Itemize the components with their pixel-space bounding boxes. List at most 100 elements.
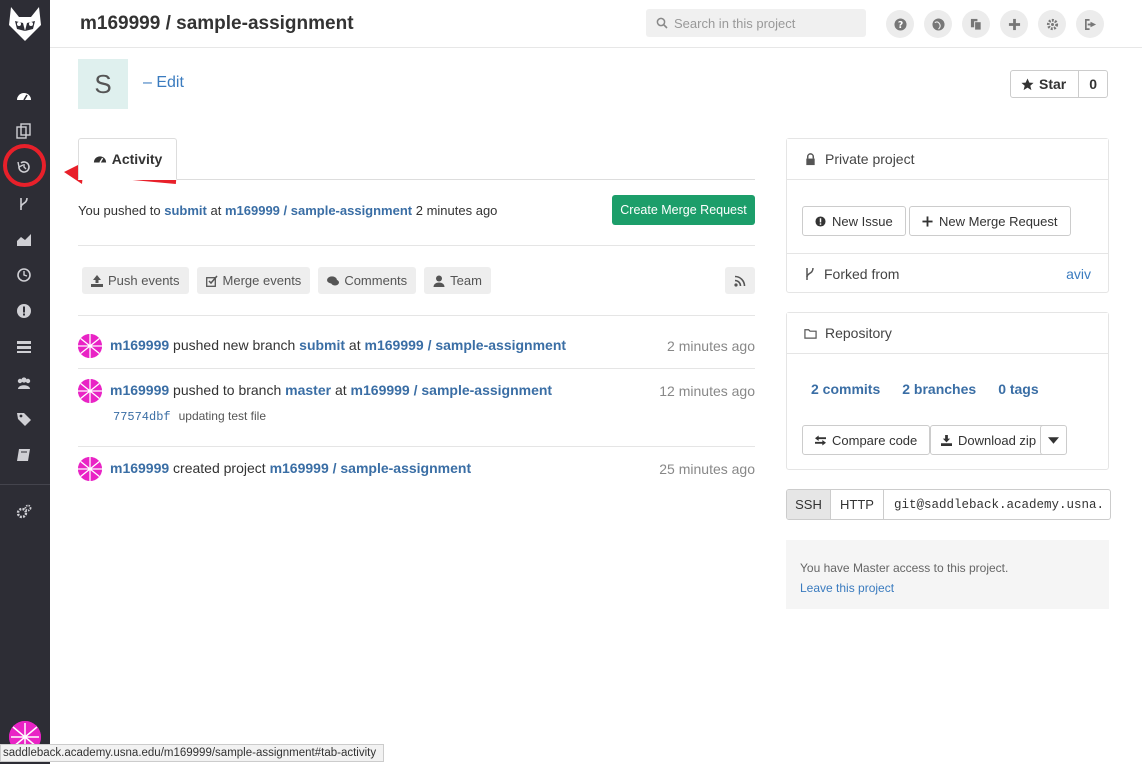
compare-code-button[interactable]: Compare code bbox=[802, 425, 931, 455]
rss-feed-button[interactable] bbox=[725, 267, 755, 294]
divider bbox=[78, 245, 755, 246]
snippets-button[interactable] bbox=[962, 10, 990, 38]
event-item: m169999 pushed to branch master at m1699… bbox=[78, 379, 755, 439]
star-control: Star 0 bbox=[1010, 70, 1109, 98]
annotation-circle bbox=[3, 144, 46, 187]
upload-icon bbox=[91, 274, 103, 287]
edit-check-icon bbox=[205, 275, 218, 287]
ssh-toggle[interactable]: SSH bbox=[787, 490, 831, 519]
filter-push-events[interactable]: Push events bbox=[82, 267, 189, 294]
divider bbox=[78, 446, 755, 447]
search-icon bbox=[656, 17, 668, 29]
globe-icon bbox=[931, 17, 945, 31]
event-user-link[interactable]: m169999 bbox=[110, 337, 169, 353]
clone-url-group: SSH HTTP git@saddleback.academy.usna. bbox=[786, 489, 1111, 520]
graph-icon[interactable] bbox=[13, 228, 35, 250]
panel-title: Private project bbox=[825, 151, 915, 167]
branch-icon[interactable] bbox=[13, 193, 35, 215]
event-ref-link[interactable]: submit bbox=[299, 337, 345, 353]
http-toggle[interactable]: HTTP bbox=[831, 490, 884, 519]
event-avatar[interactable] bbox=[78, 457, 102, 481]
leave-project-link[interactable]: Leave this project bbox=[800, 578, 1095, 598]
edit-project-link[interactable]: – Edit bbox=[143, 74, 184, 92]
files-icon[interactable] bbox=[13, 120, 35, 142]
event-text: m169999 pushed to branch master at m1699… bbox=[110, 382, 553, 398]
divider bbox=[78, 368, 755, 369]
star-button[interactable]: Star bbox=[1011, 71, 1080, 97]
forked-from-link[interactable]: aviv bbox=[1066, 266, 1091, 282]
project-avatar: S bbox=[78, 59, 128, 109]
commit-sha-link[interactable]: 77574dbf bbox=[113, 410, 171, 424]
search-placeholder: Search in this project bbox=[674, 15, 796, 31]
event-avatar[interactable] bbox=[78, 379, 102, 403]
tab-divider bbox=[78, 179, 755, 180]
sign-out-icon bbox=[1084, 18, 1096, 30]
explore-button[interactable] bbox=[924, 10, 952, 38]
new-merge-request-button[interactable]: New Merge Request bbox=[909, 206, 1071, 236]
dashboard-icon bbox=[93, 156, 106, 163]
create-merge-request-button[interactable]: Create Merge Request bbox=[612, 195, 755, 225]
event-time: 12 minutes ago bbox=[659, 383, 755, 399]
browser-status-bar: saddleback.academy.usna.edu/m169999/samp… bbox=[0, 744, 384, 762]
filter-comments[interactable]: Comments bbox=[318, 267, 417, 294]
sign-out-button[interactable] bbox=[1076, 10, 1104, 38]
new-project-button[interactable] bbox=[1000, 10, 1028, 38]
event-user-link[interactable]: m169999 bbox=[110, 382, 169, 398]
commits-link[interactable]: 2 commits bbox=[811, 381, 880, 397]
new-issue-button[interactable]: New Issue bbox=[802, 206, 906, 236]
tab-activity[interactable]: Activity bbox=[78, 138, 177, 180]
dashboard-icon[interactable] bbox=[13, 85, 35, 107]
help-icon: ? bbox=[893, 17, 907, 30]
tab-activity-label: Activity bbox=[111, 151, 163, 167]
branches-link[interactable]: 2 branches bbox=[902, 381, 976, 397]
tags-icon[interactable] bbox=[13, 408, 35, 430]
gear-icon bbox=[1046, 18, 1058, 30]
page-title[interactable]: m169999 / sample-assignment bbox=[80, 13, 354, 35]
event-ref-link[interactable]: master bbox=[285, 382, 331, 398]
panel-header: Repository bbox=[787, 313, 1108, 354]
event-time: 2 minutes ago bbox=[667, 338, 755, 354]
forked-from-row: Forked from aviv bbox=[787, 253, 1108, 293]
panel-title: Repository bbox=[825, 325, 892, 341]
list-icon[interactable] bbox=[13, 336, 35, 358]
event-project-link[interactable]: m169999 / sample-assignment bbox=[365, 337, 567, 353]
divider bbox=[78, 315, 755, 316]
settings-gears-icon[interactable] bbox=[13, 501, 35, 523]
search-input[interactable]: Search in this project bbox=[646, 9, 866, 37]
issues-icon[interactable] bbox=[13, 300, 35, 322]
filter-team[interactable]: Team bbox=[424, 267, 491, 294]
star-label: Star bbox=[1039, 76, 1067, 92]
gitlab-logo-icon[interactable] bbox=[5, 3, 45, 43]
svg-text:?: ? bbox=[897, 19, 902, 30]
tags-link[interactable]: 0 tags bbox=[998, 381, 1038, 397]
lock-icon bbox=[806, 152, 815, 165]
users-icon[interactable] bbox=[13, 372, 35, 394]
clone-url-input[interactable]: git@saddleback.academy.usna. bbox=[884, 490, 1110, 519]
event-text: m169999 pushed new branch submit at m169… bbox=[110, 337, 567, 353]
event-text: m169999 created project m169999 / sample… bbox=[110, 460, 472, 476]
filter-merge-events[interactable]: Merge events bbox=[196, 267, 311, 294]
issue-icon bbox=[815, 215, 826, 227]
help-button[interactable]: ? bbox=[886, 10, 914, 38]
profile-settings-button[interactable] bbox=[1038, 10, 1066, 38]
push-branch-link[interactable]: submit bbox=[164, 203, 207, 218]
folder-icon bbox=[804, 328, 817, 339]
push-project-link[interactable]: m169999 / sample-assignment bbox=[225, 203, 412, 218]
comments-icon bbox=[327, 275, 340, 285]
star-icon bbox=[1021, 77, 1034, 90]
panel-header: Private project bbox=[787, 139, 1108, 180]
top-header: m169999 / sample-assignment Search in th… bbox=[50, 0, 1142, 48]
event-user-link[interactable]: m169999 bbox=[110, 460, 169, 476]
event-avatar[interactable] bbox=[78, 334, 102, 358]
event-project-link[interactable]: m169999 / sample-assignment bbox=[270, 460, 472, 476]
download-options-dropdown[interactable] bbox=[1040, 425, 1067, 455]
repository-panel: Repository 2 commits 2 branches 0 tags C… bbox=[786, 312, 1109, 470]
wiki-book-icon[interactable] bbox=[13, 444, 35, 466]
plus-icon bbox=[1008, 18, 1020, 30]
event-project-link[interactable]: m169999 / sample-assignment bbox=[351, 382, 553, 398]
caret-down-icon bbox=[1048, 436, 1059, 444]
commit-message: updating test file bbox=[178, 409, 267, 423]
download-zip-button[interactable]: Download zip bbox=[930, 425, 1048, 455]
exchange-icon bbox=[815, 434, 826, 446]
clock-icon[interactable] bbox=[13, 264, 35, 286]
